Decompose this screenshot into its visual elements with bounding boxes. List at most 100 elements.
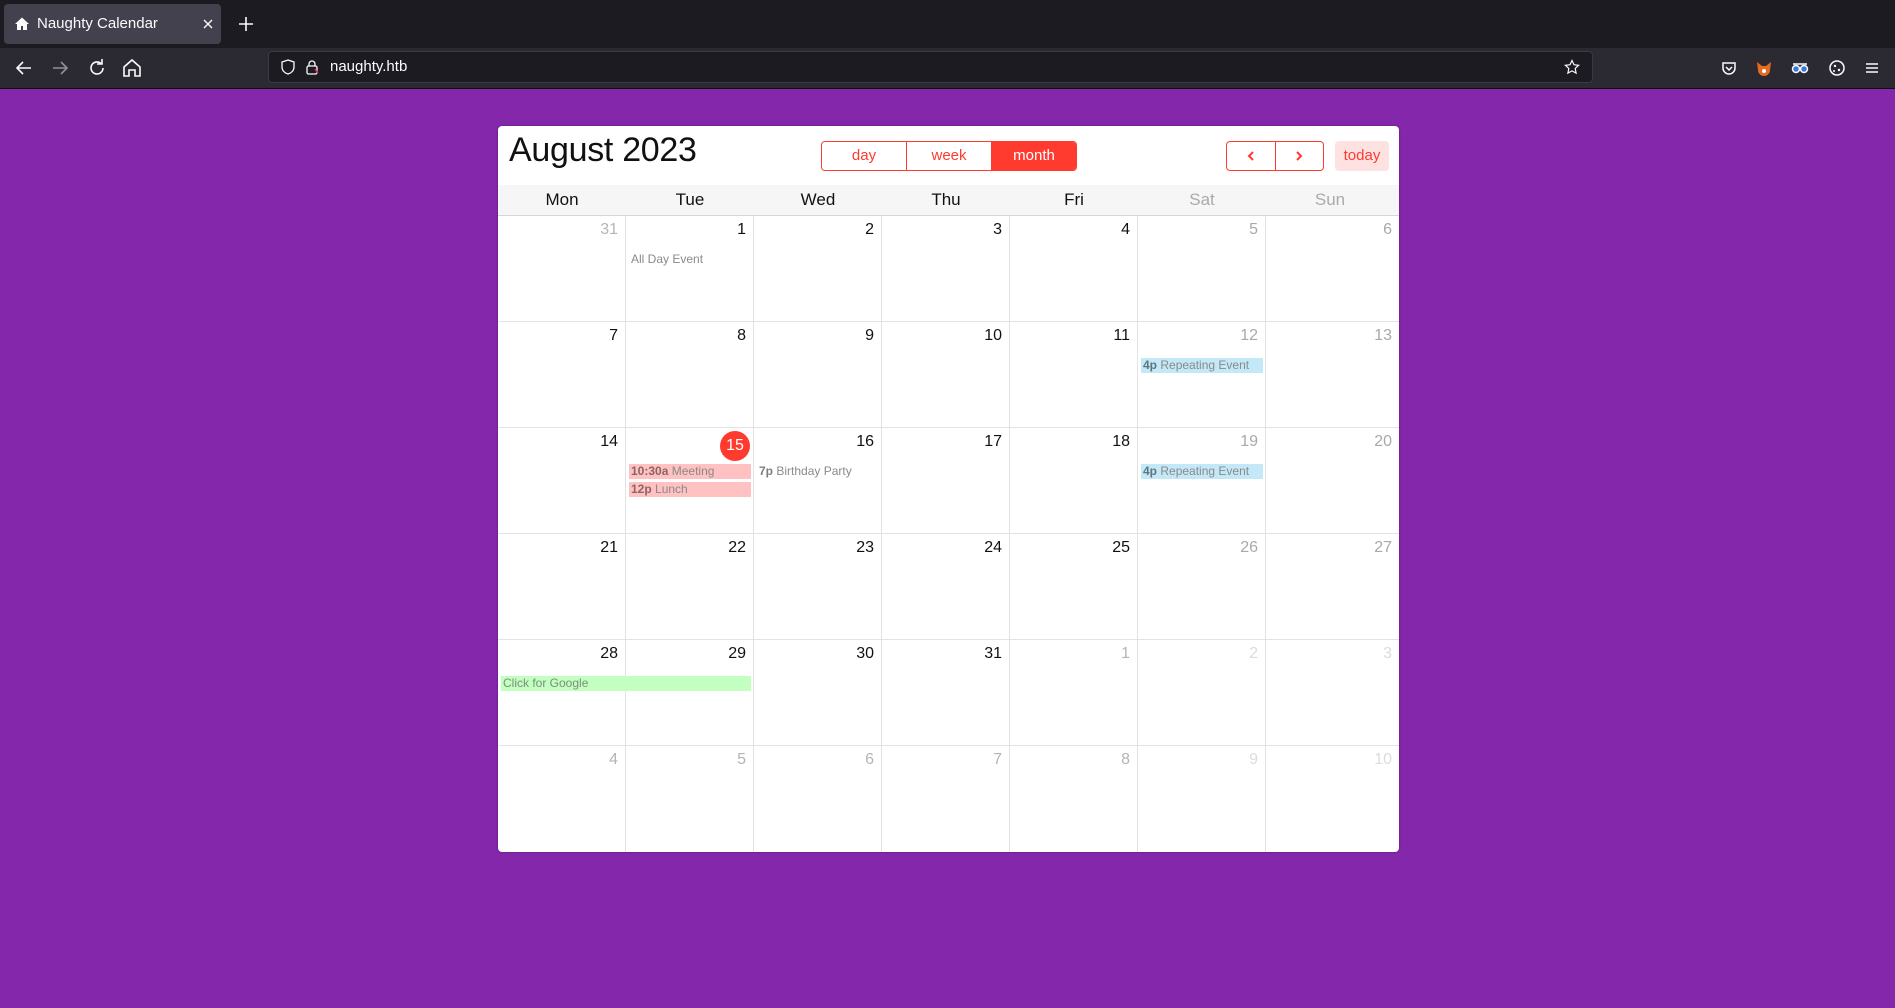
day-cell[interactable]: 23 — [754, 534, 882, 640]
day-cell[interactable]: 2 — [1138, 640, 1266, 746]
day-number[interactable]: 5 — [1249, 221, 1258, 239]
day-number[interactable]: 24 — [984, 539, 1002, 557]
day-cell[interactable]: 3 — [882, 216, 1010, 322]
day-number[interactable]: 14 — [600, 433, 618, 451]
day-number[interactable]: 10 — [1374, 751, 1392, 769]
day-cell[interactable]: 22 — [626, 534, 754, 640]
forward-icon[interactable] — [48, 56, 72, 80]
day-cell[interactable]: 26 — [1138, 534, 1266, 640]
day-number[interactable]: 1 — [737, 221, 746, 239]
day-number[interactable]: 29 — [728, 645, 746, 663]
day-cell[interactable]: 9 — [754, 322, 882, 428]
day-cell[interactable]: 5 — [626, 746, 754, 852]
day-cell[interactable]: 2 — [754, 216, 882, 322]
day-number[interactable]: 18 — [1112, 433, 1130, 451]
browser-tab[interactable]: Naughty Calendar — [4, 4, 221, 44]
day-number[interactable]: 15 — [720, 431, 750, 461]
day-number[interactable]: 9 — [1249, 751, 1258, 769]
day-cell[interactable]: 29 — [626, 640, 754, 746]
day-number[interactable]: 7 — [993, 751, 1002, 769]
reload-icon[interactable] — [85, 56, 109, 80]
day-number[interactable]: 26 — [1240, 539, 1258, 557]
day-number[interactable]: 6 — [865, 751, 874, 769]
menu-icon[interactable] — [1862, 58, 1882, 78]
day-number[interactable]: 19 — [1240, 433, 1258, 451]
day-cell[interactable]: 1 — [626, 216, 754, 322]
calendar-event[interactable]: Click for Google — [501, 676, 751, 691]
day-number[interactable]: 13 — [1374, 327, 1392, 345]
day-cell[interactable]: 27 — [1266, 534, 1399, 640]
day-number[interactable]: 25 — [1112, 539, 1130, 557]
today-button[interactable]: today — [1335, 141, 1389, 171]
day-number[interactable]: 11 — [1113, 327, 1130, 345]
day-number[interactable]: 21 — [600, 539, 618, 557]
day-number[interactable]: 4 — [609, 751, 618, 769]
day-number[interactable]: 2 — [865, 221, 874, 239]
calendar-event[interactable]: 10:30a Meeting — [629, 464, 751, 479]
day-cell[interactable]: 21 — [498, 534, 626, 640]
day-cell[interactable]: 28 — [498, 640, 626, 746]
day-number[interactable]: 8 — [1121, 751, 1130, 769]
day-number[interactable]: 6 — [1383, 221, 1392, 239]
day-number[interactable]: 28 — [600, 645, 618, 663]
day-cell[interactable]: 10 — [1266, 746, 1399, 852]
home-icon[interactable] — [120, 56, 144, 80]
url-bar[interactable]: naughty.htb — [268, 51, 1593, 83]
close-tab-icon[interactable] — [200, 16, 216, 32]
day-number[interactable]: 2 — [1249, 645, 1258, 663]
user-agent-icon[interactable] — [1790, 58, 1810, 78]
day-cell[interactable]: 18 — [1010, 428, 1138, 534]
url-text[interactable]: naughty.htb — [330, 52, 407, 82]
day-cell[interactable]: 17 — [882, 428, 1010, 534]
day-cell[interactable]: 31 — [498, 216, 626, 322]
day-number[interactable]: 12 — [1240, 327, 1258, 345]
day-number[interactable]: 22 — [728, 539, 746, 557]
day-cell[interactable]: 11 — [1010, 322, 1138, 428]
day-cell[interactable]: 9 — [1138, 746, 1266, 852]
calendar-event[interactable]: 12p Lunch — [629, 482, 751, 497]
day-cell[interactable]: 15 — [626, 428, 754, 534]
day-number[interactable]: 9 — [865, 327, 874, 345]
day-number[interactable]: 23 — [856, 539, 874, 557]
pocket-icon[interactable] — [1719, 58, 1739, 78]
day-number[interactable]: 16 — [856, 433, 874, 451]
day-cell[interactable]: 1 — [1010, 640, 1138, 746]
day-number[interactable]: 30 — [856, 645, 874, 663]
day-cell[interactable]: 4 — [498, 746, 626, 852]
day-number[interactable]: 1 — [1121, 645, 1130, 663]
day-cell[interactable]: 10 — [882, 322, 1010, 428]
day-cell[interactable]: 12 — [1138, 322, 1266, 428]
next-button[interactable] — [1274, 142, 1324, 170]
day-cell[interactable]: 4 — [1010, 216, 1138, 322]
month-view-button[interactable]: month — [991, 142, 1076, 170]
day-cell[interactable]: 19 — [1138, 428, 1266, 534]
day-number[interactable]: 8 — [737, 327, 746, 345]
back-icon[interactable] — [12, 56, 36, 80]
day-cell[interactable]: 7 — [882, 746, 1010, 852]
day-number[interactable]: 31 — [984, 645, 1002, 663]
day-cell[interactable]: 30 — [754, 640, 882, 746]
day-cell[interactable]: 8 — [626, 322, 754, 428]
day-number[interactable]: 4 — [1121, 221, 1130, 239]
shield-icon[interactable] — [280, 59, 296, 80]
prev-button[interactable] — [1227, 142, 1275, 170]
day-cell[interactable]: 31 — [882, 640, 1010, 746]
calendar-event[interactable]: 7p Birthday Party — [757, 464, 879, 479]
day-cell[interactable]: 8 — [1010, 746, 1138, 852]
day-cell[interactable]: 13 — [1266, 322, 1399, 428]
day-number[interactable]: 3 — [993, 221, 1002, 239]
day-cell[interactable]: 3 — [1266, 640, 1399, 746]
foxyproxy-icon[interactable] — [1754, 58, 1774, 78]
day-number[interactable]: 5 — [737, 751, 746, 769]
day-cell[interactable]: 5 — [1138, 216, 1266, 322]
new-tab-icon[interactable] — [236, 14, 256, 34]
day-number[interactable]: 20 — [1374, 433, 1392, 451]
day-view-button[interactable]: day — [822, 142, 906, 170]
calendar-event[interactable]: 4p Repeating Event — [1141, 358, 1263, 373]
day-number[interactable]: 17 — [984, 433, 1002, 451]
day-number[interactable]: 7 — [609, 327, 618, 345]
calendar-event[interactable]: All Day Event — [629, 252, 751, 267]
bookmark-star-icon[interactable] — [1564, 59, 1580, 80]
day-number[interactable]: 10 — [984, 327, 1002, 345]
day-cell[interactable]: 24 — [882, 534, 1010, 640]
